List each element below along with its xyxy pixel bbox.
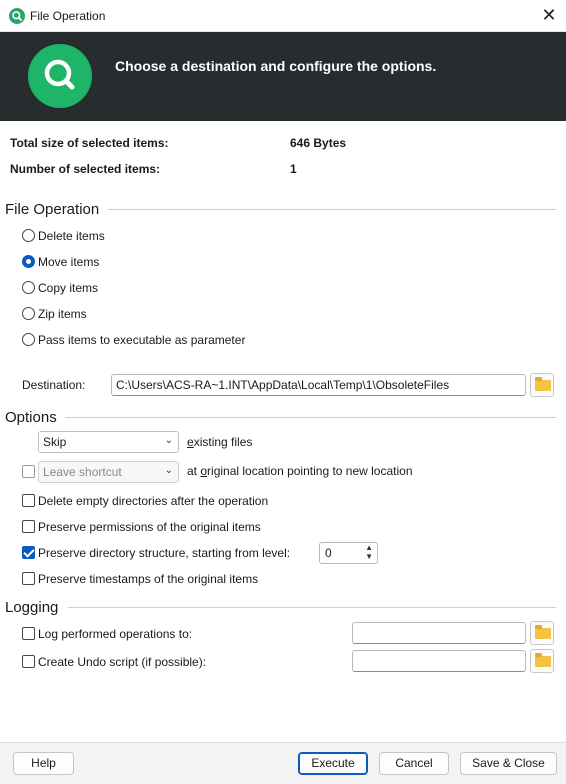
preserve-timestamps-label[interactable]: Preserve timestamps of the original item… bbox=[38, 572, 258, 586]
undo-script-checkbox[interactable] bbox=[22, 655, 35, 668]
destination-label: Destination: bbox=[22, 378, 86, 392]
leave-shortcut-checkbox[interactable] bbox=[22, 465, 35, 478]
destination-browse-button[interactable] bbox=[530, 373, 554, 397]
radio-label-zip[interactable]: Zip items bbox=[38, 307, 87, 321]
help-button[interactable]: Help bbox=[13, 752, 74, 775]
existing-files-label: existing files bbox=[187, 435, 253, 449]
window-title: File Operation bbox=[30, 9, 106, 23]
file-operation-heading: File Operation bbox=[5, 201, 100, 218]
existing-files-select[interactable]: Skip ⌄ bbox=[38, 431, 179, 453]
close-icon[interactable]: ✕ bbox=[536, 4, 562, 28]
undo-path-input[interactable] bbox=[352, 650, 526, 672]
leave-shortcut-select[interactable]: Leave shortcut ⌄ bbox=[38, 461, 179, 483]
preserve-timestamps-checkbox[interactable] bbox=[22, 572, 35, 585]
folder-icon bbox=[535, 377, 551, 391]
item-count-value: 1 bbox=[290, 162, 297, 176]
preserve-permissions-label[interactable]: Preserve permissions of the original ite… bbox=[38, 520, 261, 534]
delete-empty-dirs-checkbox[interactable] bbox=[22, 494, 35, 507]
section-divider bbox=[68, 607, 556, 608]
radio-label-delete[interactable]: Delete items bbox=[38, 229, 105, 243]
execute-button[interactable]: Execute bbox=[298, 752, 368, 775]
existing-files-select-value: Skip bbox=[43, 435, 67, 449]
options-heading: Options bbox=[5, 409, 57, 426]
delete-empty-dirs-label[interactable]: Delete empty directories after the opera… bbox=[38, 494, 268, 508]
radio-move-items[interactable] bbox=[22, 255, 35, 268]
logging-heading: Logging bbox=[5, 599, 59, 616]
chevron-down-icon: ⌄ bbox=[164, 435, 173, 446]
cancel-button[interactable]: Cancel bbox=[379, 752, 449, 775]
banner-message: Choose a destination and configure the o… bbox=[115, 58, 437, 74]
preserve-structure-checkbox[interactable] bbox=[22, 546, 35, 559]
section-divider bbox=[108, 209, 556, 210]
spinner-arrows-icon[interactable]: ▲ ▼ bbox=[365, 543, 373, 561]
chevron-down-icon: ⌄ bbox=[164, 465, 173, 476]
destination-input[interactable]: C:\Users\ACS-RA~1.INT\AppData\Local\Temp… bbox=[111, 374, 526, 396]
total-size-value: 646 Bytes bbox=[290, 136, 347, 150]
folder-icon bbox=[535, 653, 551, 667]
radio-label-pass[interactable]: Pass items to executable as parameter bbox=[38, 333, 245, 347]
log-operations-checkbox[interactable] bbox=[22, 627, 35, 640]
preserve-permissions-checkbox[interactable] bbox=[22, 520, 35, 533]
log-browse-button[interactable] bbox=[530, 621, 554, 645]
section-divider bbox=[65, 417, 556, 418]
radio-zip-items[interactable] bbox=[22, 307, 35, 320]
structure-level-spinner[interactable]: 0 ▲ ▼ bbox=[319, 542, 378, 564]
radio-label-move[interactable]: Move items bbox=[38, 255, 99, 269]
folder-icon bbox=[535, 625, 551, 639]
structure-level-value: 0 bbox=[325, 546, 332, 560]
shortcut-location-label: at original location pointing to new loc… bbox=[187, 464, 413, 478]
radio-delete-items[interactable] bbox=[22, 229, 35, 242]
save-close-button[interactable]: Save & Close bbox=[460, 752, 557, 775]
undo-browse-button[interactable] bbox=[530, 649, 554, 673]
log-operations-label[interactable]: Log performed operations to: bbox=[38, 627, 192, 641]
undo-script-label[interactable]: Create Undo script (if possible): bbox=[38, 655, 206, 669]
radio-copy-items[interactable] bbox=[22, 281, 35, 294]
app-search-icon bbox=[9, 8, 25, 24]
preserve-structure-label[interactable]: Preserve directory structure, starting f… bbox=[38, 546, 290, 560]
item-count-label: Number of selected items: bbox=[10, 162, 161, 176]
log-path-input[interactable] bbox=[352, 622, 526, 644]
leave-shortcut-select-value: Leave shortcut bbox=[43, 465, 122, 479]
radio-label-copy[interactable]: Copy items bbox=[38, 281, 98, 295]
radio-pass-to-executable[interactable] bbox=[22, 333, 35, 346]
search-icon bbox=[28, 44, 92, 108]
total-size-label: Total size of selected items: bbox=[10, 136, 169, 150]
